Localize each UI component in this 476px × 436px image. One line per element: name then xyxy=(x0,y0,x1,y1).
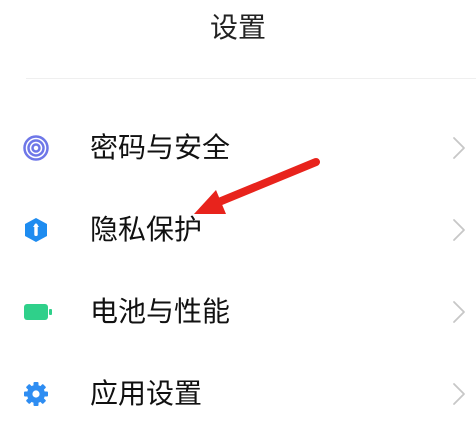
menu-item-password-security[interactable]: 密码与安全 xyxy=(0,108,476,190)
battery-icon xyxy=(23,299,52,325)
chevron-right-icon xyxy=(452,218,466,242)
menu-item-app-settings[interactable]: 应用设置 xyxy=(0,354,476,436)
menu-item-privacy-protection[interactable]: 隐私保护 xyxy=(0,190,476,272)
fingerprint-icon xyxy=(23,135,49,161)
gear-icon xyxy=(23,381,49,407)
menu-item-label: 电池与性能 xyxy=(90,295,231,328)
menu-item-label: 隐私保护 xyxy=(90,213,203,246)
header-divider xyxy=(26,78,476,79)
menu-item-label: 应用设置 xyxy=(90,377,203,410)
menu-item-battery-performance[interactable]: 电池与性能 xyxy=(0,272,476,354)
privacy-shield-icon xyxy=(23,217,49,243)
header: 设置 xyxy=(0,0,476,60)
page-title: 设置 xyxy=(209,11,266,44)
settings-menu: 密码与安全 隐私保护 电池与性能 应用设置 xyxy=(0,108,476,436)
chevron-right-icon xyxy=(452,382,466,406)
menu-item-label: 密码与安全 xyxy=(90,131,231,164)
chevron-right-icon xyxy=(452,300,466,324)
chevron-right-icon xyxy=(452,136,466,160)
